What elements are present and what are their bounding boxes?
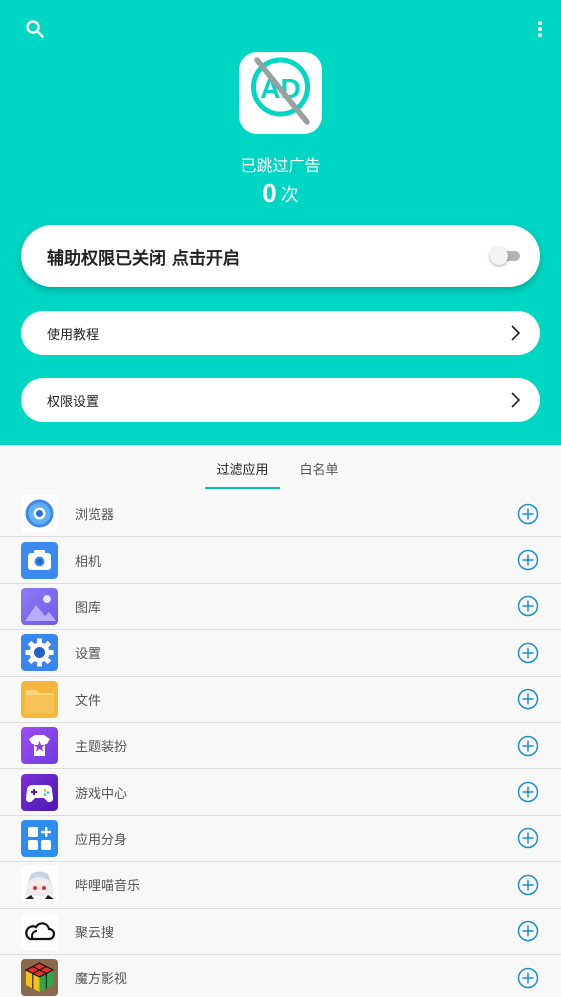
tab-bar: 过滤应用 白名单 (0, 445, 561, 491)
skipped-count-unit: 次 (280, 184, 299, 206)
permission-settings-button[interactable]: 权限设置 (21, 378, 540, 422)
app-list: 浏览器 相机 图库 设置 文件 主题装扮 游戏中心 应用分身 哔哩喵音乐 聚云搜… (0, 491, 561, 997)
app-name: 聚云搜 (75, 925, 115, 941)
add-circle-icon[interactable] (517, 781, 539, 803)
list-item: 魔方影视 (0, 955, 561, 997)
add-circle-icon[interactable] (517, 735, 539, 757)
browser-icon (21, 495, 58, 533)
theme-icon (21, 727, 58, 765)
accessibility-status-label: 辅助权限已关闭 点击开启 (47, 248, 240, 269)
add-circle-icon[interactable] (517, 549, 539, 571)
list-item: 哔哩喵音乐 (0, 862, 561, 909)
app-clone-icon (21, 819, 58, 857)
permission-settings-label: 权限设置 (47, 394, 100, 410)
app-name: 文件 (75, 693, 102, 709)
add-circle-icon[interactable] (517, 874, 539, 896)
add-circle-icon[interactable] (517, 827, 539, 849)
add-circle-icon[interactable] (517, 688, 539, 710)
accessibility-card[interactable]: 辅助权限已关闭 点击开启 (21, 225, 540, 287)
active-tab-indicator (205, 487, 280, 489)
skipped-count-value: 0 (262, 178, 277, 208)
cloud-icon (21, 912, 58, 950)
gallery-icon (21, 587, 58, 625)
chevron-right-icon (508, 324, 522, 342)
tutorial-button[interactable]: 使用教程 (21, 311, 540, 355)
list-item: 图库 (0, 584, 561, 631)
gamepad-icon (21, 773, 58, 811)
add-circle-icon[interactable] (517, 920, 539, 942)
add-circle-icon[interactable] (517, 642, 539, 664)
rubik-cube-icon (21, 959, 58, 997)
app-name: 哔哩喵音乐 (75, 879, 141, 895)
toggle-thumb (490, 247, 508, 265)
skipped-count: 0次 (0, 178, 561, 209)
app-name: 游戏中心 (75, 786, 128, 802)
list-item: 应用分身 (0, 816, 561, 863)
chevron-right-icon (508, 391, 522, 409)
tab-whitelist[interactable]: 白名单 (298, 459, 340, 478)
add-circle-icon[interactable] (517, 967, 539, 989)
app-name: 应用分身 (75, 832, 128, 848)
settings-icon (21, 634, 58, 672)
add-circle-icon[interactable] (517, 503, 539, 525)
list-item: 主题装扮 (0, 723, 561, 770)
list-item: 浏览器 (0, 491, 561, 538)
app-name: 图库 (75, 600, 102, 616)
skipped-ads-label: 已跳过广告 (240, 156, 321, 175)
list-item: 聚云搜 (0, 909, 561, 955)
list-item: 文件 (0, 677, 561, 723)
search-icon[interactable] (20, 14, 50, 44)
header-panel: AD 已跳过广告 0次 辅助权限已关闭 点击开启 使用教程 权限设置 (0, 0, 561, 445)
folder-icon (21, 680, 58, 718)
list-item: 相机 (0, 537, 561, 584)
app-name: 魔方影视 (75, 972, 128, 988)
app-name: 相机 (75, 554, 102, 570)
app-name: 设置 (75, 647, 102, 663)
tutorial-label: 使用教程 (47, 327, 100, 343)
tab-filter-apps[interactable]: 过滤应用 (205, 459, 280, 478)
accessibility-toggle[interactable] (490, 247, 522, 265)
app-name: 浏览器 (75, 508, 115, 524)
app-name: 主题装扮 (75, 740, 128, 756)
add-circle-icon[interactable] (517, 595, 539, 617)
more-vertical-icon[interactable] (533, 14, 547, 44)
ad-block-logo: AD (239, 52, 322, 134)
list-item: 游戏中心 (0, 769, 561, 816)
anime-avatar-icon (21, 866, 58, 904)
camera-icon (21, 541, 58, 579)
list-item: 设置 (0, 630, 561, 677)
